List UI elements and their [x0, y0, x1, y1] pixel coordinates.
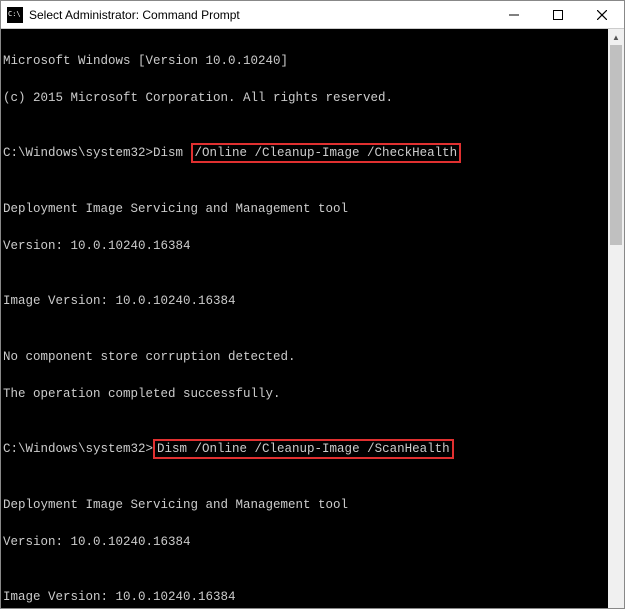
- highlight-checkhealth: /Online /Cleanup-Image /CheckHealth: [191, 143, 462, 163]
- prompt-text: C:\Windows\system32>Dism: [3, 146, 191, 160]
- output-line: No component store corruption detected.: [3, 348, 606, 367]
- scroll-up-arrow[interactable]: ▲: [608, 29, 624, 45]
- vertical-scrollbar[interactable]: ▲: [608, 29, 624, 608]
- output-line: Version: 10.0.10240.16384: [3, 237, 606, 256]
- close-button[interactable]: [580, 1, 624, 28]
- scroll-thumb[interactable]: [610, 45, 622, 245]
- window-controls: [492, 1, 624, 28]
- output-line: C:\Windows\system32>Dism /Online /Cleanu…: [3, 144, 606, 163]
- output-line: Deployment Image Servicing and Managemen…: [3, 496, 606, 515]
- output-line: The operation completed successfully.: [3, 385, 606, 404]
- output-line: C:\Windows\system32>Dism /Online /Cleanu…: [3, 440, 606, 459]
- highlight-scanhealth: Dism /Online /Cleanup-Image /ScanHealth: [153, 439, 454, 459]
- minimize-button[interactable]: [492, 1, 536, 28]
- output-line: Image Version: 10.0.10240.16384: [3, 588, 606, 607]
- window-title: Select Administrator: Command Prompt: [29, 8, 492, 22]
- terminal-output[interactable]: Microsoft Windows [Version 10.0.10240] (…: [1, 29, 608, 608]
- titlebar[interactable]: Select Administrator: Command Prompt: [1, 1, 624, 29]
- maximize-button[interactable]: [536, 1, 580, 28]
- output-line: Microsoft Windows [Version 10.0.10240]: [3, 52, 606, 71]
- terminal-area: Microsoft Windows [Version 10.0.10240] (…: [1, 29, 624, 608]
- command-prompt-window: Select Administrator: Command Prompt Mic…: [0, 0, 625, 609]
- output-line: Version: 10.0.10240.16384: [3, 533, 606, 552]
- output-line: Image Version: 10.0.10240.16384: [3, 292, 606, 311]
- output-line: (c) 2015 Microsoft Corporation. All righ…: [3, 89, 606, 108]
- prompt-text: C:\Windows\system32>: [3, 442, 153, 456]
- cmd-icon: [7, 7, 23, 23]
- output-line: Deployment Image Servicing and Managemen…: [3, 200, 606, 219]
